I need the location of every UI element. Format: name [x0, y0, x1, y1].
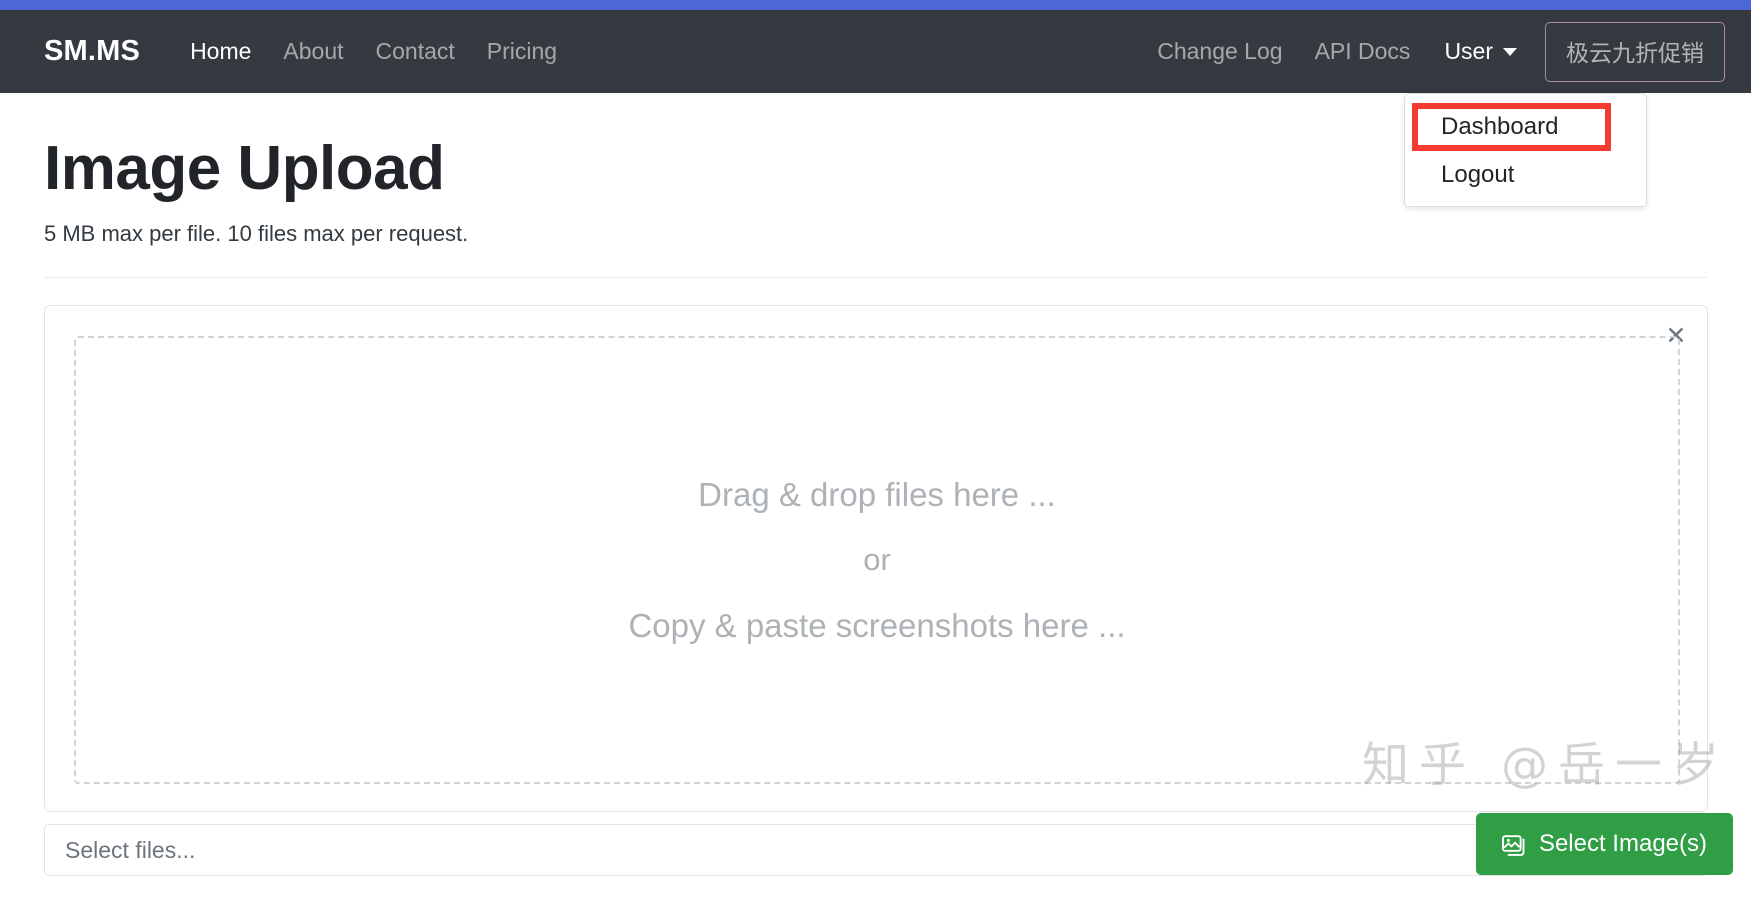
- upload-card: ✕ Drag & drop files here ... or Copy & p…: [44, 305, 1708, 812]
- nav-link-home[interactable]: Home: [174, 38, 267, 65]
- nav-link-change-log[interactable]: Change Log: [1141, 38, 1298, 65]
- file-dropzone[interactable]: Drag & drop files here ... or Copy & pas…: [74, 336, 1680, 784]
- dropzone-line-separator: or: [863, 541, 891, 577]
- page-subtitle: 5 MB max per file. 10 files max per requ…: [44, 221, 469, 247]
- dropzone-line-paste: Copy & paste screenshots here ...: [628, 607, 1126, 645]
- nav-link-api-docs[interactable]: API Docs: [1299, 38, 1427, 65]
- user-menu-label: User: [1444, 38, 1493, 64]
- user-menu-toggle[interactable]: User: [1426, 38, 1531, 65]
- top-accent-bar: [0, 0, 1751, 10]
- file-select-row: Select Image(s): [44, 813, 1733, 876]
- chevron-down-icon: [1503, 47, 1517, 56]
- nav-link-about[interactable]: About: [267, 38, 359, 65]
- dropzone-line-primary: Drag & drop files here ...: [698, 475, 1056, 513]
- select-files-input[interactable]: [44, 824, 1708, 876]
- select-images-button-label: Select Image(s): [1538, 830, 1707, 857]
- image-icon: [1501, 833, 1528, 856]
- nav-link-contact[interactable]: Contact: [360, 38, 471, 65]
- nav-link-pricing[interactable]: Pricing: [471, 38, 573, 65]
- primary-nav: Home About Contact Pricing: [174, 38, 573, 65]
- page-root: SM.MS Home About Contact Pricing Change …: [0, 0, 1751, 899]
- user-dropdown-menu: Dashboard Logout: [1404, 93, 1647, 207]
- promo-button[interactable]: 极云九折促销: [1545, 21, 1725, 82]
- secondary-nav: Change Log API Docs User 极云九折促销: [1141, 21, 1725, 82]
- select-images-button[interactable]: Select Image(s): [1475, 813, 1733, 875]
- brand-logo[interactable]: SM.MS: [44, 35, 140, 68]
- dropdown-item-logout[interactable]: Logout: [1405, 154, 1646, 196]
- main-navbar: SM.MS Home About Contact Pricing Change …: [0, 10, 1751, 93]
- header-divider: [44, 277, 1707, 279]
- dropdown-item-dashboard[interactable]: Dashboard: [1412, 103, 1611, 151]
